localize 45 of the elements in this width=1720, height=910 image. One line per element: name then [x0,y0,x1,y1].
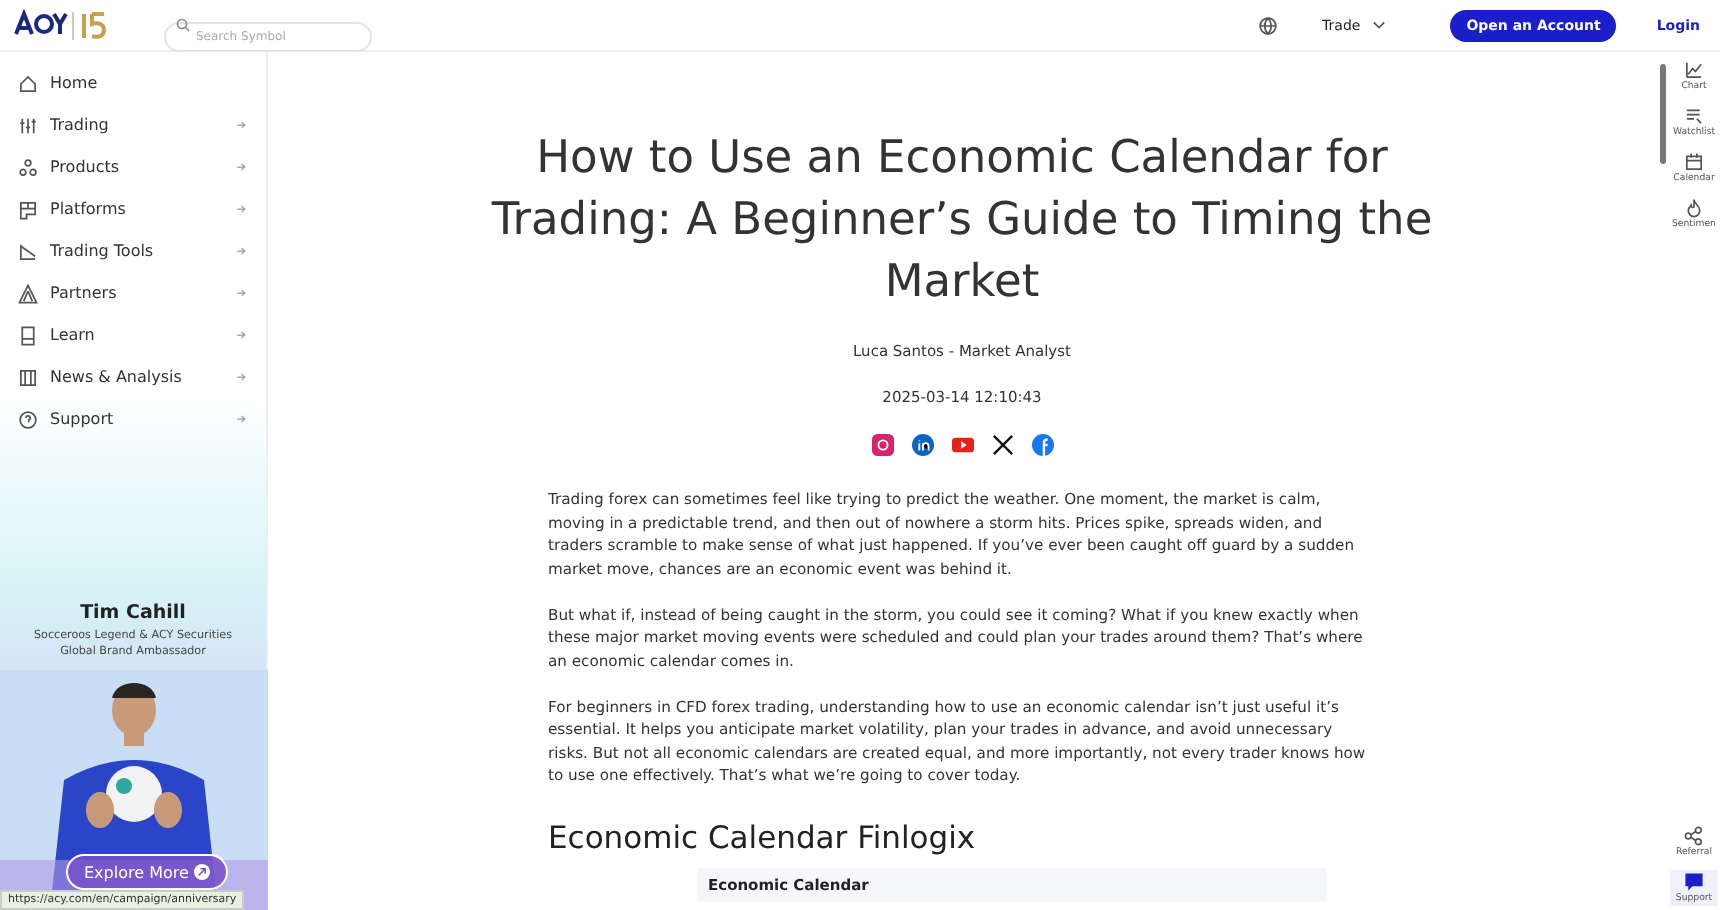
chart-icon [1684,60,1704,80]
arrow-icon [236,204,246,214]
sidebar-item[interactable]: Support [0,398,266,440]
sidebar-item[interactable]: Products [0,146,266,188]
sidebar-item[interactable]: Home [0,62,266,104]
arrow-icon [236,372,246,382]
sidebar-item[interactable]: News & Analysis [0,356,266,398]
arrow-icon [236,414,246,424]
article-title: How to Use an Economic Calendar for Trading: A Beginner’s Guide to Timing the Market [489,130,1435,312]
sidebar-item[interactable]: Learn [0,314,266,356]
newspaper-icon [18,367,38,387]
calendar-icon [1684,152,1704,172]
search-icon [176,18,190,32]
linkedin-icon[interactable] [911,434,933,456]
youtube-icon[interactable] [951,434,973,456]
chevron-icon [1372,20,1387,30]
arrow-icon [236,246,246,256]
arrow-icon [236,330,246,340]
ambassador-name: Tim Cahill [80,602,186,625]
sidebar-item[interactable]: Trading [0,104,266,146]
globe-icon[interactable] [1258,15,1279,35]
arrow-icon [194,864,211,880]
arrow-icon [236,288,246,298]
list-icon [1684,106,1704,126]
x-icon[interactable] [991,434,1013,456]
facebook-icon[interactable] [1031,434,1053,456]
chart-icon [18,241,38,261]
explore-more-button[interactable]: Explore More [66,854,229,890]
sidebar-item[interactable]: Partners [0,272,266,314]
layout-icon [18,199,38,219]
arrow-icon [236,162,246,172]
help-icon [18,409,38,429]
sidebar-item[interactable]: Platforms [0,188,266,230]
book-icon [18,325,38,345]
nodes-icon [18,157,38,177]
flame-icon [1684,198,1704,218]
instagram-icon[interactable] [871,434,893,456]
sidebar-item[interactable]: Trading Tools [0,230,266,272]
home-icon [18,73,38,93]
chat-icon [1684,872,1704,892]
triangle-icon [18,283,38,303]
sliders-icon [18,115,38,135]
arrow-icon [236,120,246,130]
section-heading: Economic Calendar Finlogix [548,819,978,855]
share-icon [1684,826,1704,846]
